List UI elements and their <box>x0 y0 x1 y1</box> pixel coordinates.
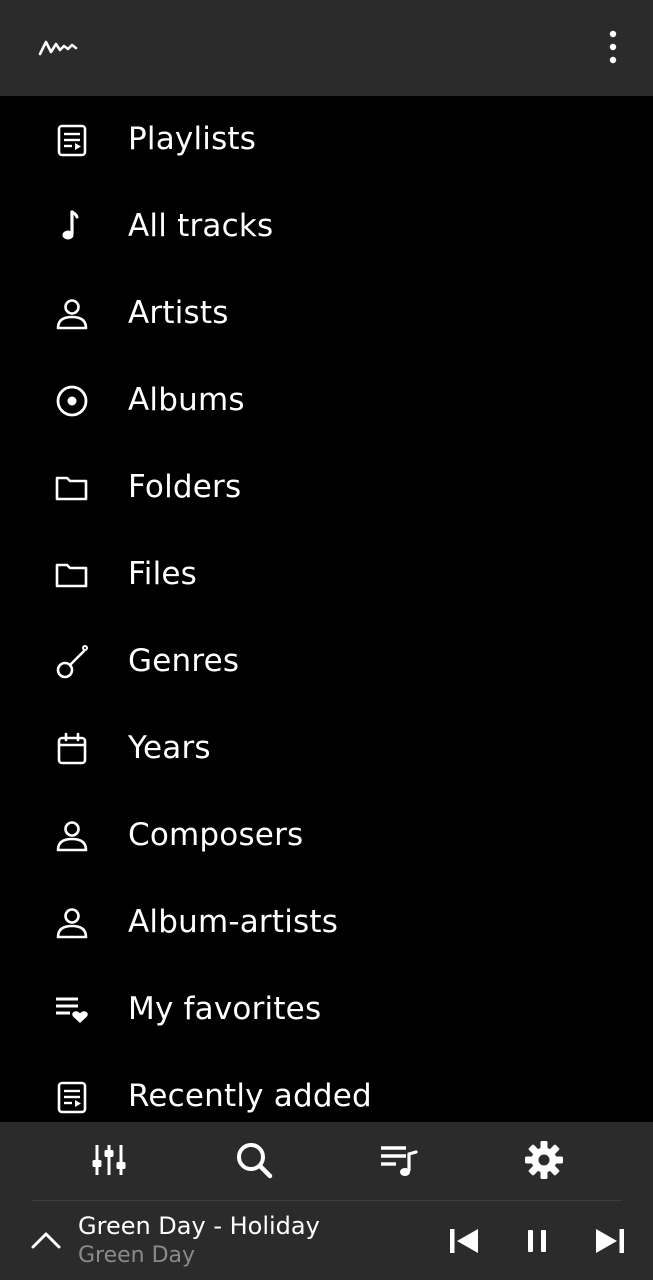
library-item-label: My favorites <box>128 991 322 1027</box>
person-icon <box>56 908 88 939</box>
folder-icon <box>55 476 88 501</box>
library-item-label: Files <box>128 556 198 592</box>
search-icon[interactable] <box>234 1140 274 1180</box>
pause-icon[interactable] <box>519 1224 555 1258</box>
library-item-playlists[interactable]: Playlists <box>0 96 653 183</box>
person-icon <box>56 821 88 852</box>
library-item-genres[interactable]: Genres <box>0 618 653 705</box>
queue-music-icon[interactable] <box>378 1140 418 1180</box>
library-item-album-artists[interactable]: Album-artists <box>0 879 653 966</box>
now-playing-artist[interactable]: Green Day <box>78 1243 195 1268</box>
library-item-label: Genres <box>128 643 240 679</box>
library-item-composers[interactable]: Composers <box>0 792 653 879</box>
now-playing-title[interactable]: Green Day - Holiday <box>78 1212 320 1240</box>
library-item-label: All tracks <box>128 208 274 244</box>
settings-icon[interactable] <box>524 1140 564 1180</box>
library-item-years[interactable]: Years <box>0 705 653 792</box>
library-item-recently-added[interactable]: Recently added <box>0 1053 653 1122</box>
calendar-icon <box>57 732 87 765</box>
favorite-list-icon <box>56 997 88 1023</box>
folder-icon <box>55 563 88 588</box>
library-item-all-tracks[interactable]: All tracks <box>0 183 653 270</box>
library-item-label: Artists <box>128 295 229 331</box>
library-item-label: Playlists <box>128 121 257 157</box>
equalizer-icon[interactable] <box>89 1140 129 1180</box>
library-item-files[interactable]: Files <box>0 531 653 618</box>
library-item-albums[interactable]: Albums <box>0 357 653 444</box>
playlist-icon <box>57 124 87 157</box>
music-note-icon <box>62 210 79 240</box>
playlist-icon <box>57 1081 87 1114</box>
person-icon <box>56 299 88 330</box>
next-icon[interactable] <box>592 1224 628 1258</box>
previous-icon[interactable] <box>446 1224 482 1258</box>
chevron-up-icon[interactable] <box>30 1228 62 1252</box>
library-item-label: Years <box>128 730 211 766</box>
more-vert-icon[interactable] <box>598 28 628 66</box>
library-menu-list: Playlists All tracks Artists Albums Fold… <box>0 96 653 1122</box>
library-item-my-favorites[interactable]: My favorites <box>0 966 653 1053</box>
disc-icon <box>56 385 88 417</box>
top-app-bar <box>0 0 653 96</box>
library-item-label: Albums <box>128 382 245 418</box>
waveform-logo-icon <box>38 40 78 56</box>
guitar-icon <box>56 645 88 679</box>
bottom-player-bar: Green Day - Holiday Green Day <box>0 1122 653 1280</box>
library-item-label: Folders <box>128 469 242 505</box>
library-item-label: Album-artists <box>128 904 339 940</box>
library-item-label: Composers <box>128 817 304 853</box>
app-window: Playlists All tracks Artists Albums Fold… <box>0 0 653 1280</box>
library-item-artists[interactable]: Artists <box>0 270 653 357</box>
library-item-label: Recently added <box>128 1078 372 1114</box>
library-item-folders[interactable]: Folders <box>0 444 653 531</box>
divider <box>32 1200 622 1201</box>
